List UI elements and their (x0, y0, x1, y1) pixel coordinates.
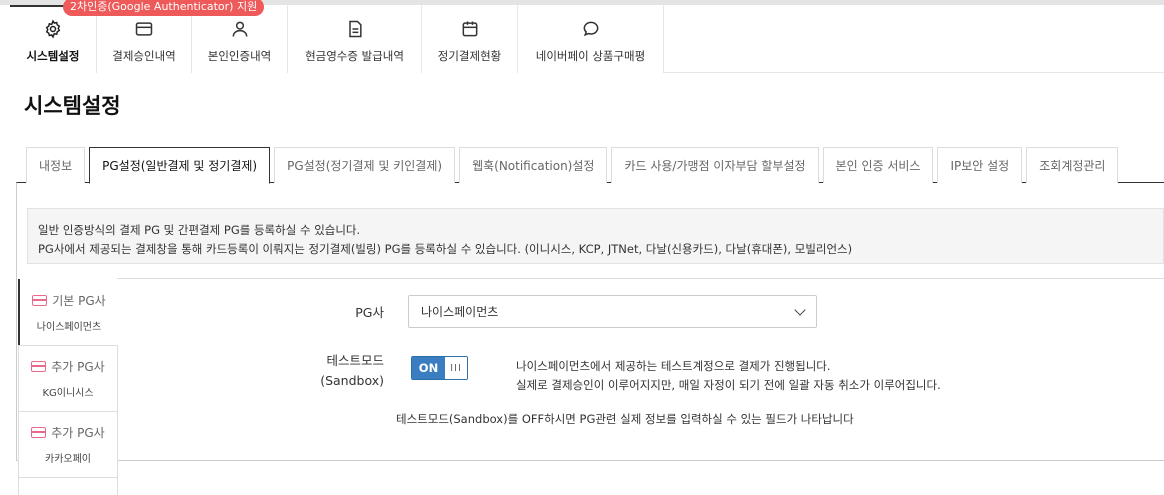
document-icon (344, 19, 366, 39)
nav-tab-label: 결제승인내역 (112, 49, 176, 63)
info-notice: 일반 인증방식의 결제 PG 및 간편결제 PG를 등록하실 수 있습니다. P… (27, 208, 1164, 264)
credit-card-icon (31, 427, 47, 438)
pg-tab-default[interactable]: 기본 PG사 나이스페이먼츠 (18, 279, 118, 346)
sub-tabs: 내정보 PG설정(일반결제 및 정기결제) PG설정(정기결제 및 키인결제) … (26, 147, 1122, 184)
credit-card-icon (32, 295, 48, 306)
nav-divider (664, 5, 1164, 73)
desc-line: 나이스페이먼츠에서 제공하는 테스트계정으로 결제가 진행됩니다. (516, 359, 831, 373)
tab-identity-service[interactable]: 본인 인증 서비스 (822, 147, 934, 183)
notice-line: PG사에서 제공되는 결제창을 통해 카드등록이 이뤄지는 정기결제(빌링) P… (38, 242, 853, 256)
pg-tab-more[interactable] (18, 477, 118, 495)
test-mode-label: 테스트모드 (326, 353, 384, 368)
tab-ip-security[interactable]: IP보안 설정 (937, 147, 1023, 183)
tab-webhook[interactable]: 웹훅(Notification)설정 (459, 147, 608, 183)
notice-line: 일반 인증방식의 결제 PG 및 간편결제 PG를 등록하실 수 있습니다. (38, 223, 361, 237)
desc-line: 실제로 결제승인이 이루어지지만, 매일 자정이 되기 전에 일괄 자동 취소가… (516, 378, 941, 392)
pg-label: PG사 (355, 305, 384, 320)
user-icon (229, 19, 251, 39)
pg-tab-additional[interactable]: 추가 PG사 KG이니시스 (18, 345, 118, 412)
nav-tab-subscription-status[interactable]: 정기결제현황 (422, 5, 518, 73)
credit-card-icon (133, 19, 155, 39)
pg-tab-name: 카카오페이 (45, 454, 91, 465)
credit-card-icon (31, 361, 47, 372)
nav-tab-label: 현금영수증 발급내역 (305, 49, 404, 63)
nav-tab-label: 본인인증내역 (207, 49, 272, 63)
calendar-icon (459, 19, 481, 39)
two-factor-badge: 2차인증(Google Authenticator) 지원 (63, 0, 265, 16)
nav-tab-label: 네이버페이 상품구매평 (535, 49, 646, 63)
nav-tab-naverpay-reviews[interactable]: 네이버페이 상품구매평 (518, 5, 664, 73)
tab-card-installment[interactable]: 카드 사용/가맹점 이자부담 할부설정 (611, 147, 819, 183)
tab-view-accounts[interactable]: 조회계정관리 (1026, 147, 1119, 183)
pg-tab-additional[interactable]: 추가 PG사 카카오페이 (18, 411, 118, 478)
toggle-on-label: ON (412, 357, 445, 379)
tab-pg-recurring[interactable]: PG설정(정기결제 및 키인결제) (274, 147, 456, 183)
tab-pg-general[interactable]: PG설정(일반결제 및 정기결제) (89, 147, 271, 184)
sandbox-description: 나이스페이먼츠에서 제공하는 테스트계정으로 결제가 진행됩니다. 실제로 결제… (516, 357, 941, 395)
chevron-down-icon (794, 303, 806, 316)
pg-tab-title: 추가 PG사 (51, 426, 105, 440)
sandbox-toggle[interactable]: ON III (411, 356, 468, 380)
pg-tab-title: 추가 PG사 (51, 360, 105, 374)
pg-select-value: 나이스페이먼츠 (421, 305, 499, 319)
page-title: 시스템설정 (24, 94, 121, 118)
grip-icon: III (445, 357, 467, 379)
gear-icon (42, 19, 64, 39)
chat-bubble-icon (580, 19, 602, 39)
form-divider (117, 278, 1164, 279)
pg-tab-name: KG이니시스 (42, 388, 94, 399)
nav-tab-cash-receipt[interactable]: 현금영수증 발급내역 (288, 5, 422, 73)
nav-tab-label: 정기결제현황 (437, 49, 502, 63)
pg-tab-name: 나이스페이먼츠 (36, 322, 102, 333)
sandbox-hint: 테스트모드(Sandbox)를 OFF하시면 PG관련 실제 정보를 입력하실 … (396, 412, 854, 426)
pg-tab-title: 기본 PG사 (52, 294, 106, 308)
tab-my-info[interactable]: 내정보 (26, 147, 86, 183)
pg-select[interactable]: 나이스페이먼츠 (408, 295, 817, 328)
test-mode-label-sub: (Sandbox) (320, 373, 384, 388)
nav-tab-label: 시스템설정 (26, 49, 80, 63)
